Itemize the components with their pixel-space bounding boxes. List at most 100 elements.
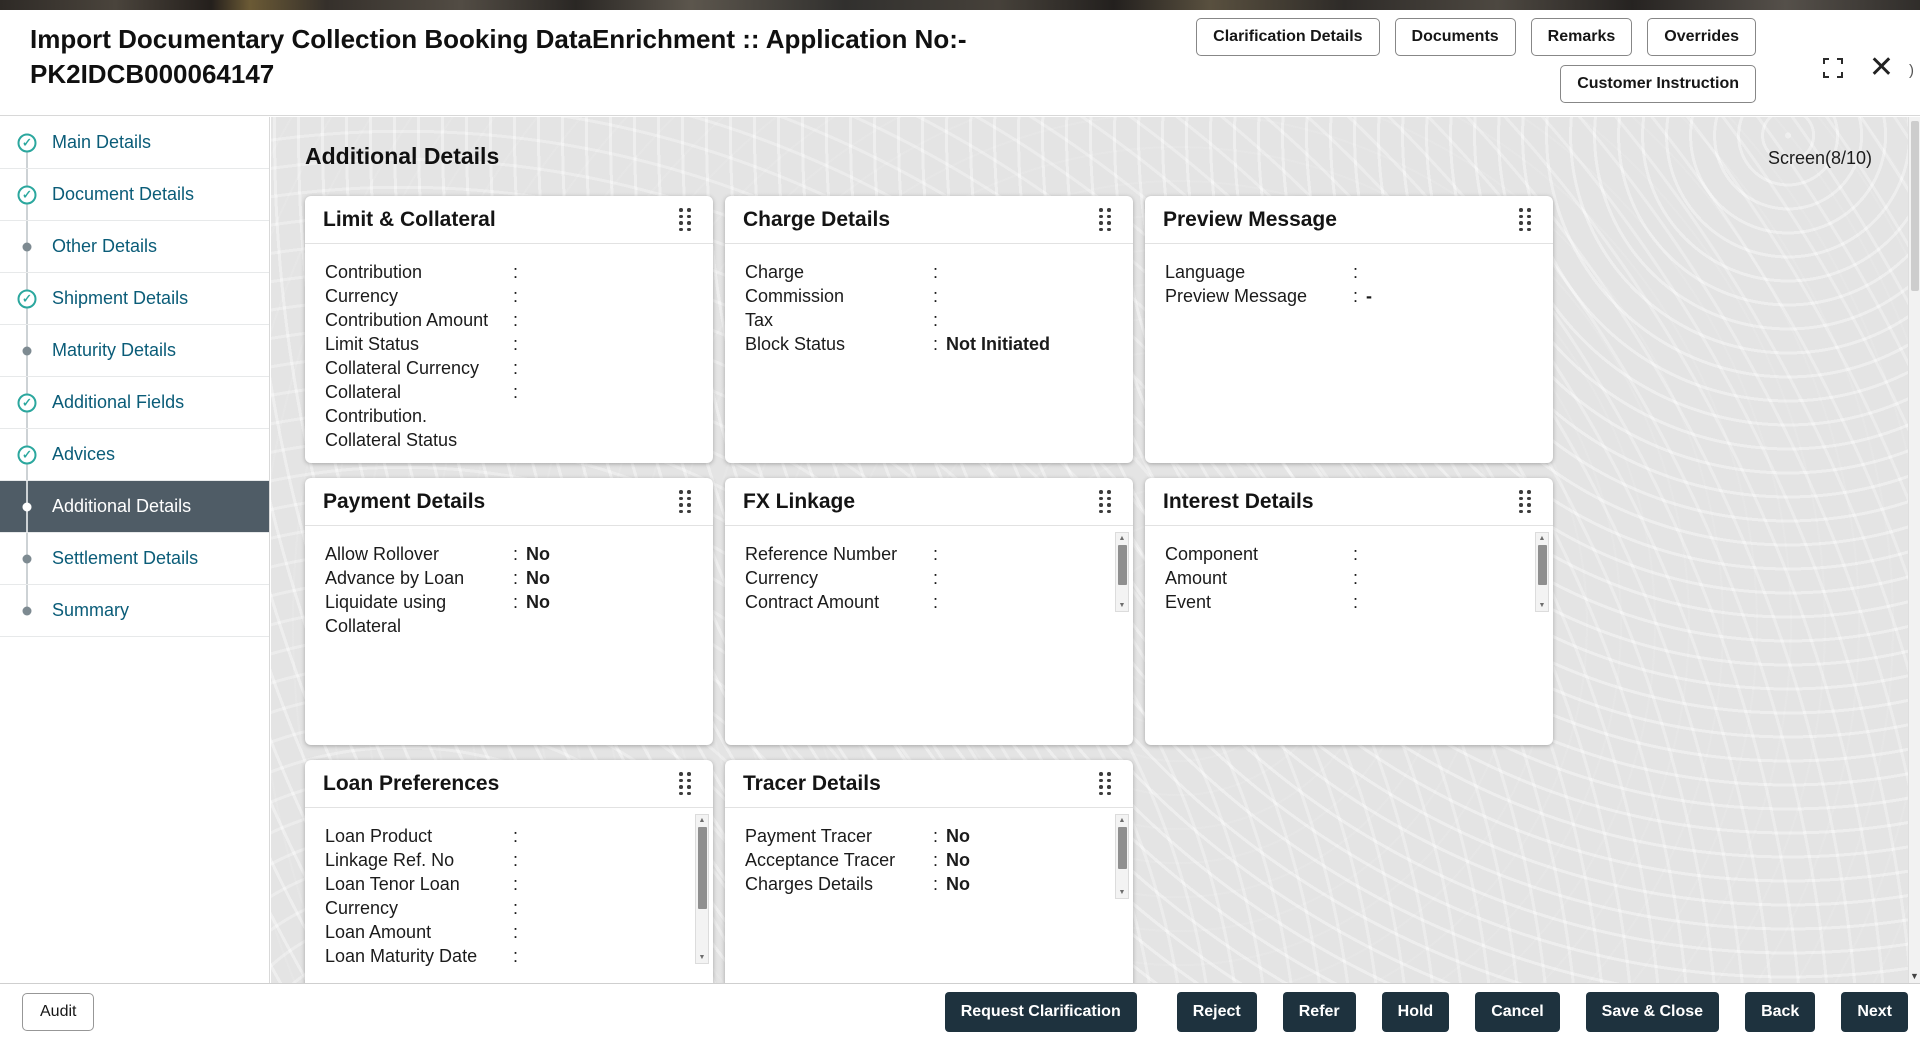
card-scrollbar-thumb[interactable] [697, 827, 707, 909]
scroll-down-arrow-icon[interactable]: ▼ [1539, 600, 1546, 611]
audit-button[interactable]: Audit [22, 992, 95, 1031]
field-row: Contract Amount: [745, 590, 1113, 614]
sidebar-item-summary[interactable]: Summary [0, 585, 269, 637]
step-rail: ✓ [0, 377, 52, 428]
section-heading: Additional Details [305, 143, 500, 169]
reject-button[interactable]: Reject [1176, 991, 1257, 1032]
card-title: Payment Details [323, 489, 486, 513]
scroll-down-arrow-icon[interactable]: ▼ [1119, 887, 1126, 898]
field-colon: : [1353, 286, 1359, 306]
card-scrollbar-thumb[interactable] [1117, 827, 1127, 869]
scroll-down-arrow-icon[interactable]: ▼ [1910, 969, 1919, 983]
close-icon[interactable]: ✕ [1869, 53, 1894, 83]
field-row: Preview Message: - [1165, 284, 1533, 308]
card-header: Payment Details [305, 478, 713, 526]
scroll-up-arrow-icon[interactable]: ▲ [1539, 533, 1546, 544]
remarks-button[interactable]: Remarks [1530, 18, 1633, 56]
card-menu-icon[interactable] [1095, 486, 1115, 517]
field-value: No [526, 544, 551, 564]
field-label: Allow Rollover [325, 544, 440, 564]
field-row: Loan Amount: [325, 920, 693, 944]
scroll-down-arrow-icon[interactable]: ▼ [1119, 600, 1126, 611]
card-scrollbar-thumb[interactable] [1117, 545, 1127, 585]
field-label: Collateral [325, 616, 402, 636]
card-scrollbar-thumb[interactable] [1537, 545, 1547, 585]
hold-button[interactable]: Hold [1381, 991, 1450, 1032]
card-body: Charge: Commission: Tax: Block Status: Not I… [725, 244, 1133, 463]
card-scrollbar[interactable]: ▲ ▼ [695, 814, 709, 964]
field-label: Linkage Ref. No [325, 850, 455, 870]
field-colon: : [1353, 544, 1359, 564]
field-colon: : [513, 334, 519, 354]
field-label: Collateral [325, 382, 402, 402]
card-menu-icon[interactable] [1095, 768, 1115, 799]
sidebar-item-settlement-details[interactable]: Settlement Details [0, 533, 269, 585]
step-dot-icon [22, 606, 32, 615]
sidebar-item-label: Additional Fields [52, 392, 185, 412]
collapse-window-icon[interactable] [1821, 56, 1845, 80]
field-label: Tax [745, 310, 774, 330]
sidebar-item-document-details[interactable]: ✓ Document Details [0, 169, 269, 221]
card-header: Loan Preferences [305, 760, 713, 808]
page-scrollbar-thumb[interactable] [1910, 121, 1919, 291]
overrides-button[interactable]: Overrides [1647, 18, 1756, 56]
save-close-button[interactable]: Save & Close [1585, 991, 1720, 1032]
card-menu-icon[interactable] [675, 486, 695, 517]
field-row: Language: [1165, 260, 1533, 284]
card-menu-icon[interactable] [1515, 486, 1535, 517]
documents-button[interactable]: Documents [1394, 18, 1516, 56]
step-check-icon: ✓ [17, 289, 37, 308]
cancel-button[interactable]: Cancel [1475, 991, 1560, 1032]
field-value: No [946, 850, 971, 870]
clarification-details-button[interactable]: Clarification Details [1196, 18, 1380, 56]
field-label: Payment Tracer [745, 826, 873, 846]
page-scrollbar[interactable]: ▼ [1908, 117, 1920, 983]
next-button[interactable]: Next [1841, 991, 1908, 1032]
field-label: Advance by Loan [325, 568, 465, 588]
sidebar-item-additional-fields[interactable]: ✓ Additional Fields [0, 377, 269, 429]
scroll-down-arrow-icon[interactable]: ▼ [699, 952, 706, 963]
scroll-up-arrow-icon[interactable]: ▲ [1119, 815, 1126, 826]
back-button[interactable]: Back [1745, 991, 1816, 1032]
card-scrollbar[interactable]: ▲ ▼ [1115, 814, 1129, 899]
page-title: Import Documentary Collection Booking Da… [30, 22, 967, 92]
field-label: Contribution [325, 262, 423, 282]
field-colon: : [513, 922, 519, 942]
sidebar-item-main-details[interactable]: ✓ Main Details [0, 117, 269, 169]
sidebar-item-maturity-details[interactable]: Maturity Details [0, 325, 269, 377]
refer-button[interactable]: Refer [1282, 991, 1356, 1032]
customer-instruction-button[interactable]: Customer Instruction [1560, 65, 1756, 103]
scroll-up-arrow-icon[interactable]: ▲ [699, 815, 706, 826]
sidebar-item-shipment-details[interactable]: ✓ Shipment Details [0, 273, 269, 325]
step-rail [0, 325, 52, 376]
field-row: Collateral: [325, 380, 693, 404]
sidebar-item-label: Maturity Details [52, 340, 177, 360]
sidebar-steps: ✓ Main Details ✓ Document Details Other Deta… [0, 117, 270, 983]
step-check-icon: ✓ [17, 445, 37, 464]
field-colon: : [933, 850, 939, 870]
field-colon: : [1353, 568, 1359, 588]
card-scrollbar[interactable]: ▲ ▼ [1115, 532, 1129, 612]
card-menu-icon[interactable] [1515, 204, 1535, 235]
field-label: Loan Amount [325, 922, 432, 942]
request-clarification-button[interactable]: Request Clarification [944, 991, 1137, 1032]
field-label: Charges Details [745, 874, 874, 894]
field-colon: : [933, 544, 939, 564]
field-label: Loan Product [325, 826, 433, 846]
sidebar-item-advices[interactable]: ✓ Advices [0, 429, 269, 481]
field-row: Event: [1165, 590, 1533, 614]
scroll-up-arrow-icon[interactable]: ▲ [1119, 533, 1126, 544]
field-value: No [946, 874, 971, 894]
card-header: FX Linkage [725, 478, 1133, 526]
card-menu-icon[interactable] [675, 768, 695, 799]
sidebar-item-other-details[interactable]: Other Details [0, 221, 269, 273]
card-body: Allow Rollover: No Advance by Loan: No Liqui… [305, 526, 713, 745]
step-rail: ✓ [0, 273, 52, 324]
card-scrollbar[interactable]: ▲ ▼ [1535, 532, 1549, 612]
card-menu-icon[interactable] [675, 204, 695, 235]
field-row: Allow Rollover: No [325, 542, 693, 566]
card-menu-icon[interactable] [1095, 204, 1115, 235]
sidebar-item-additional-details[interactable]: Additional Details [0, 481, 269, 533]
field-row: Tax: [745, 308, 1113, 332]
field-colon: : [513, 568, 519, 588]
